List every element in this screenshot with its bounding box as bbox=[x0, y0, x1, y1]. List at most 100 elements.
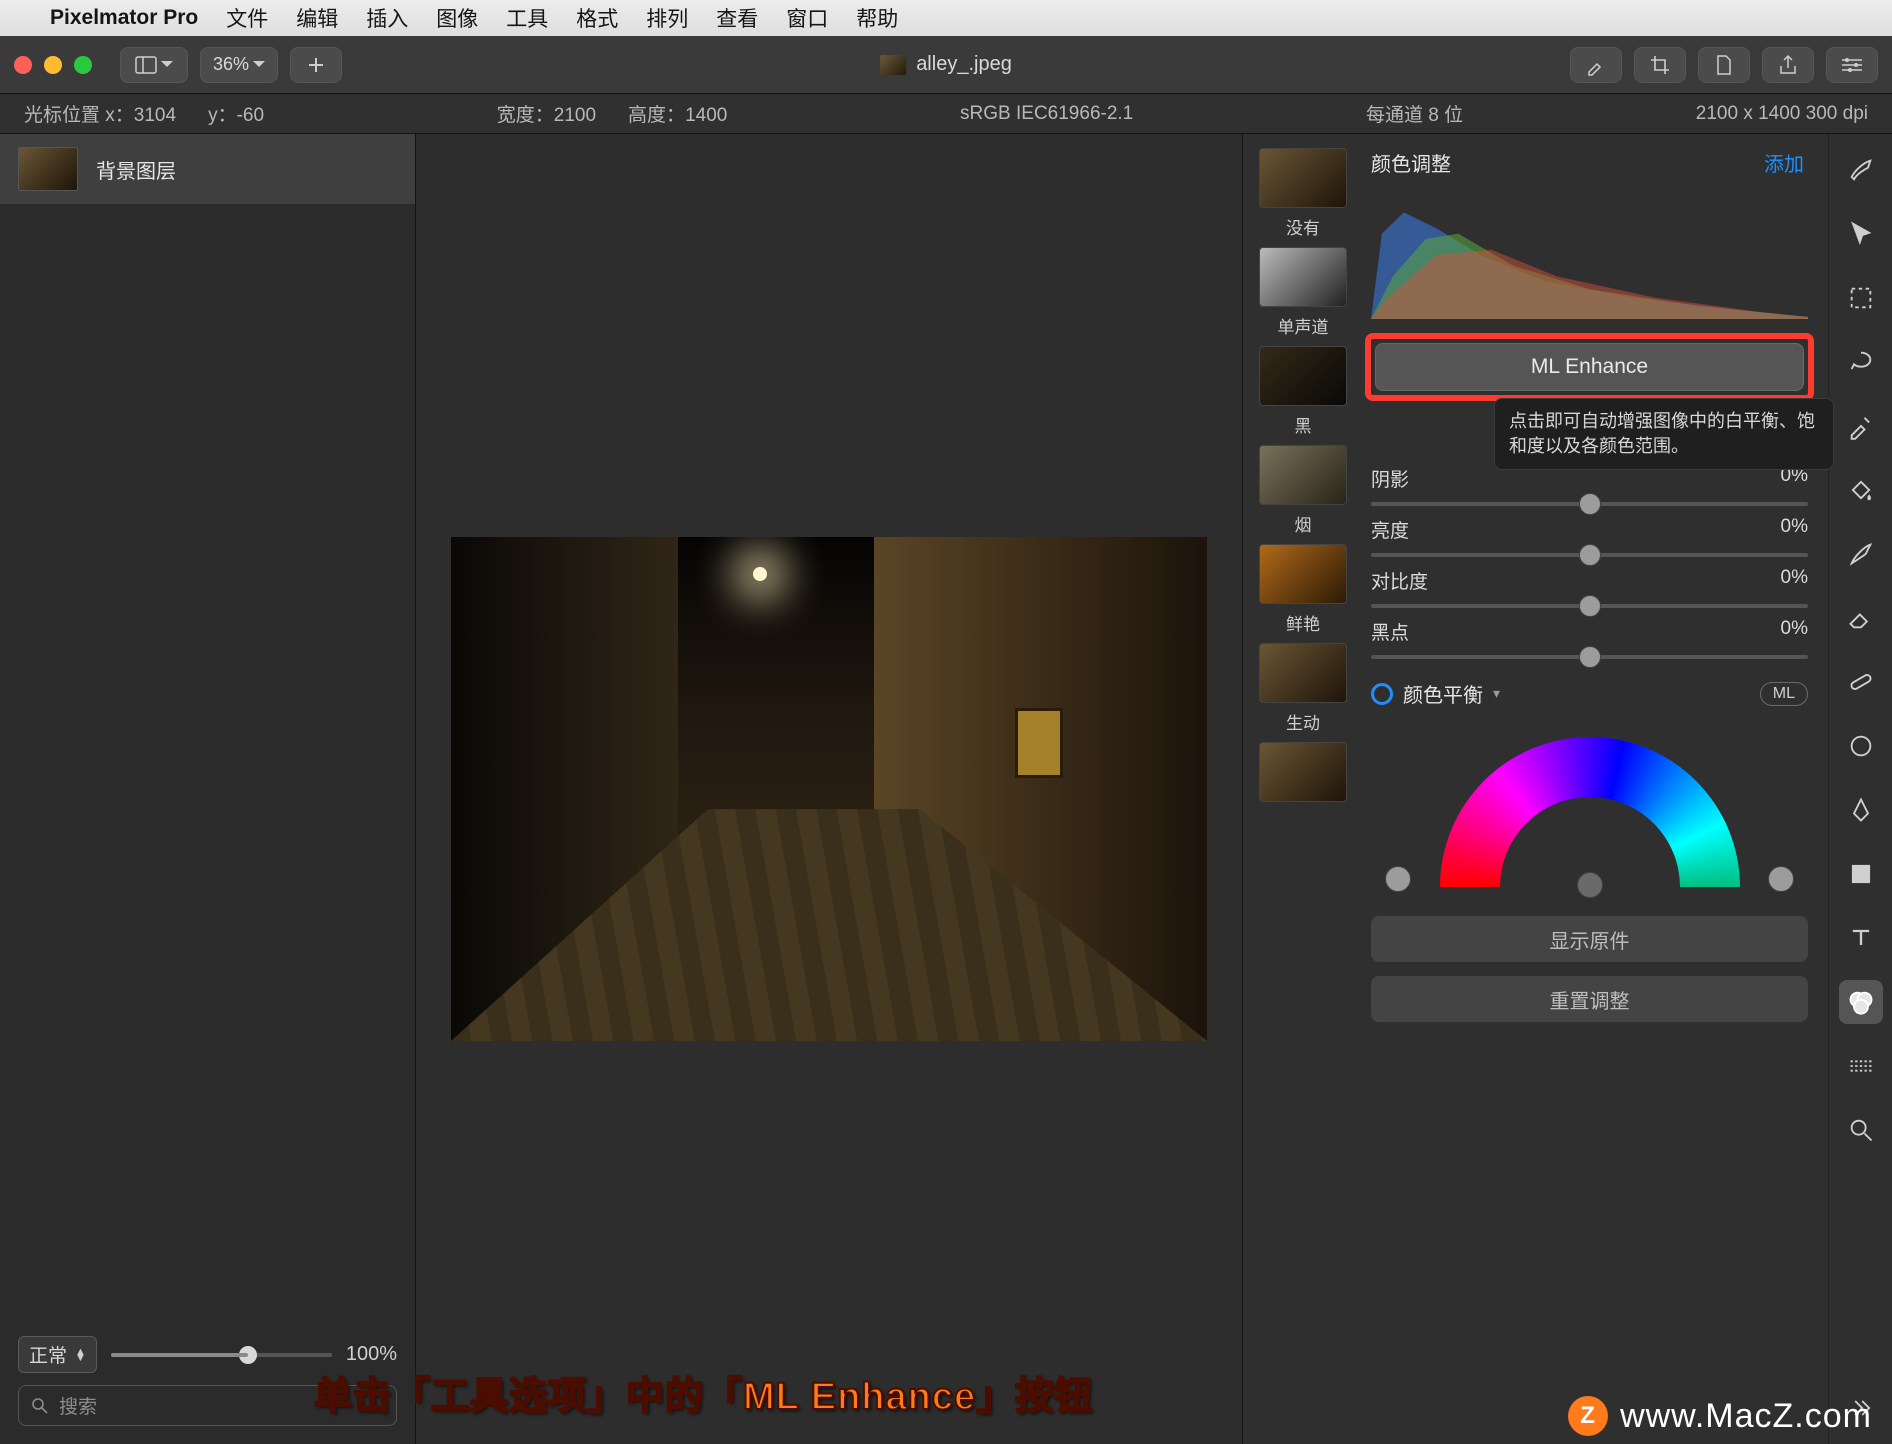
menu-help[interactable]: 帮助 bbox=[856, 3, 898, 33]
preset-mono[interactable]: 单声道 bbox=[1259, 247, 1347, 338]
brush-style-icon bbox=[1847, 156, 1875, 184]
color-adjust-tool[interactable] bbox=[1839, 980, 1883, 1024]
zoom-dropdown[interactable]: 36% bbox=[200, 47, 278, 83]
show-original-button[interactable]: 显示原件 bbox=[1371, 916, 1808, 962]
info-bar: 光标位置 x：3104 y：-60 宽度：2100 高度：1400 sRGB I… bbox=[0, 94, 1892, 134]
reset-button[interactable]: 重置调整 bbox=[1371, 976, 1808, 1022]
add-button[interactable] bbox=[290, 47, 342, 83]
erase-tool[interactable] bbox=[1839, 596, 1883, 640]
brightness-slider[interactable] bbox=[1371, 553, 1808, 557]
colorpicker-tool-button[interactable] bbox=[1570, 47, 1622, 83]
blackpoint-value: 0% bbox=[1781, 618, 1808, 645]
menu-arrange[interactable]: 排列 bbox=[646, 3, 688, 33]
watermark: Z www.MacZ.com bbox=[1568, 1396, 1872, 1436]
crop-icon bbox=[1649, 54, 1671, 76]
contrast-slider[interactable] bbox=[1371, 604, 1808, 608]
blackpoint-slider[interactable] bbox=[1371, 655, 1808, 659]
mid-wheel-knob[interactable] bbox=[1577, 872, 1603, 898]
file-icon bbox=[1714, 54, 1734, 76]
color-balance-wheel[interactable] bbox=[1371, 722, 1808, 902]
preset-vivid[interactable]: 鲜艳 bbox=[1259, 544, 1347, 635]
preset-none[interactable]: 没有 bbox=[1259, 148, 1347, 239]
maximize-button[interactable] bbox=[74, 56, 92, 74]
layer-name: 背景图层 bbox=[96, 155, 176, 184]
traffic-lights bbox=[14, 56, 92, 74]
settings-tool-button[interactable] bbox=[1826, 47, 1878, 83]
paint-bucket-icon bbox=[1847, 476, 1875, 504]
blackpoint-label: 黑点 bbox=[1371, 618, 1409, 645]
ml-badge[interactable]: ML bbox=[1760, 682, 1808, 706]
share-button[interactable] bbox=[1762, 47, 1814, 83]
paint-tool[interactable] bbox=[1839, 532, 1883, 576]
square-icon bbox=[1847, 860, 1875, 888]
rect-select-tool[interactable] bbox=[1839, 276, 1883, 320]
watermark-logo-icon: Z bbox=[1568, 1396, 1608, 1436]
type-tool[interactable] bbox=[1839, 916, 1883, 960]
app-window: 36% alley_.jpeg 光标位置 x：3104 y：-60 宽度：210… bbox=[0, 36, 1892, 1444]
chevron-down-icon bbox=[253, 54, 265, 75]
preset-live[interactable]: 生动 bbox=[1259, 643, 1347, 734]
add-adjustment-button[interactable]: 添加 bbox=[1764, 148, 1804, 177]
menu-format[interactable]: 格式 bbox=[576, 3, 618, 33]
crop-tool-button[interactable] bbox=[1634, 47, 1686, 83]
minimize-button[interactable] bbox=[44, 56, 62, 74]
ml-enhance-button[interactable]: ML Enhance bbox=[1375, 343, 1804, 391]
menu-view[interactable]: 查看 bbox=[716, 3, 758, 33]
menu-image[interactable]: 图像 bbox=[436, 3, 478, 33]
color-balance-label: 颜色平衡 bbox=[1403, 679, 1483, 708]
repair-tool[interactable] bbox=[1839, 660, 1883, 704]
eyedropper-icon bbox=[1847, 412, 1875, 440]
eraser-icon bbox=[1847, 604, 1875, 632]
bit-depth-value: 每通道 8 位 bbox=[1366, 100, 1463, 127]
color-balance-header[interactable]: 颜色平衡 ▾ ML bbox=[1371, 679, 1808, 708]
fill-tool[interactable] bbox=[1839, 468, 1883, 512]
preset-black[interactable]: 黑 bbox=[1259, 346, 1347, 437]
brightness-label: 亮度 bbox=[1371, 516, 1409, 543]
opacity-value: 100% bbox=[346, 1343, 397, 1366]
style-tool[interactable] bbox=[1839, 148, 1883, 192]
artboard bbox=[451, 537, 1207, 1041]
zoom-tool[interactable] bbox=[1839, 1108, 1883, 1152]
blend-mode-select[interactable]: 正常 ▲▼ bbox=[18, 1336, 97, 1373]
search-icon bbox=[31, 1397, 49, 1415]
shadow-wheel-knob[interactable] bbox=[1385, 866, 1411, 892]
circle-icon bbox=[1847, 732, 1875, 760]
sidebar-toggle-button[interactable] bbox=[120, 47, 188, 83]
preset-smoke[interactable]: 烟 bbox=[1259, 445, 1347, 536]
pen-tool[interactable] bbox=[1839, 788, 1883, 832]
dimensions-value: 2100 x 1400 300 dpi bbox=[1696, 103, 1868, 125]
eyedropper-icon bbox=[1585, 54, 1607, 76]
app-name[interactable]: Pixelmator Pro bbox=[50, 6, 198, 30]
share-icon bbox=[1778, 54, 1798, 76]
sliders-icon bbox=[1840, 56, 1864, 74]
menu-file[interactable]: 文件 bbox=[226, 3, 268, 33]
canvas[interactable] bbox=[416, 134, 1242, 1444]
shape-oval-tool[interactable] bbox=[1839, 724, 1883, 768]
layer-thumb-icon bbox=[18, 147, 78, 191]
highlight-wheel-knob[interactable] bbox=[1768, 866, 1794, 892]
lasso-tool[interactable] bbox=[1839, 340, 1883, 384]
contrast-label: 对比度 bbox=[1371, 567, 1428, 594]
doc-thumb-icon bbox=[880, 55, 906, 75]
menu-window[interactable]: 窗口 bbox=[786, 3, 828, 33]
adjust-title: 颜色调整 bbox=[1371, 148, 1451, 177]
pen-icon bbox=[1847, 796, 1875, 824]
toggle-ring-icon bbox=[1371, 683, 1393, 705]
eyedropper-tool[interactable] bbox=[1839, 404, 1883, 448]
close-button[interactable] bbox=[14, 56, 32, 74]
cursor-y-value: -60 bbox=[237, 105, 264, 126]
menu-tools[interactable]: 工具 bbox=[506, 3, 548, 33]
preset-partial[interactable] bbox=[1259, 742, 1347, 802]
effects-tool[interactable] bbox=[1839, 1044, 1883, 1088]
new-doc-button[interactable] bbox=[1698, 47, 1750, 83]
shadows-slider[interactable] bbox=[1371, 502, 1808, 506]
menu-edit[interactable]: 编辑 bbox=[296, 3, 338, 33]
menu-insert[interactable]: 插入 bbox=[366, 3, 408, 33]
shape-rect-tool[interactable] bbox=[1839, 852, 1883, 896]
arrange-tool[interactable] bbox=[1839, 212, 1883, 256]
titlebar: 36% alley_.jpeg bbox=[0, 36, 1892, 94]
document-title: alley_.jpeg bbox=[880, 53, 1012, 76]
layer-row[interactable]: 背景图层 bbox=[0, 134, 415, 204]
opacity-slider[interactable] bbox=[111, 1353, 332, 1357]
cursor-y-label: y： bbox=[208, 105, 237, 126]
